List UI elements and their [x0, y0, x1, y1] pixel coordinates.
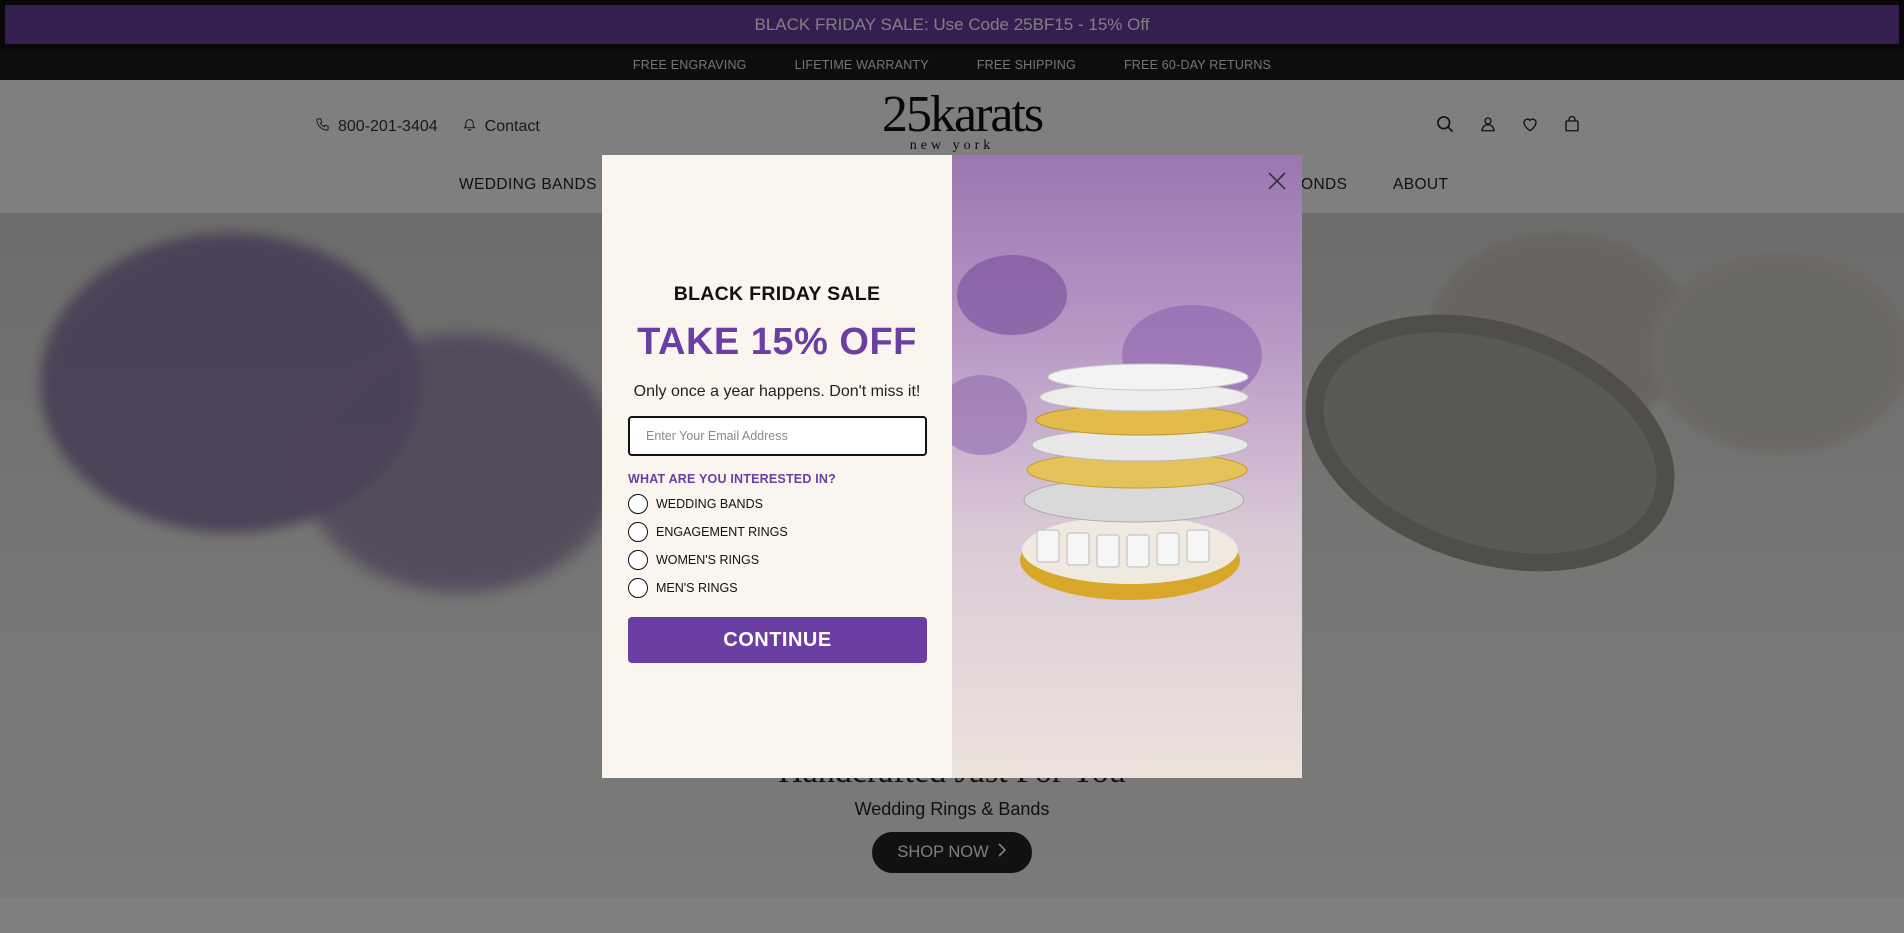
continue-button[interactable]: CONTINUE: [628, 617, 927, 663]
option-womens-rings[interactable]: WOMEN'S RINGS: [628, 550, 759, 570]
option-label: ENGAGEMENT RINGS: [656, 525, 788, 539]
close-icon[interactable]: [1266, 170, 1288, 192]
email-field[interactable]: [628, 416, 927, 456]
modal-description: Only once a year happens. Don't miss it!: [633, 383, 921, 400]
interest-question: WHAT ARE YOU INTERESTED IN?: [628, 472, 836, 486]
radio-button[interactable]: [628, 522, 648, 542]
modal-rings-image: [952, 155, 1302, 778]
modal-headline: TAKE 15% OFF: [637, 321, 917, 363]
rings-stack-illustration: [952, 255, 1262, 600]
option-mens-rings[interactable]: MEN'S RINGS: [628, 578, 738, 598]
signup-modal: BLACK FRIDAY SALE TAKE 15% OFF Only once…: [602, 155, 1302, 778]
option-wedding-bands[interactable]: WEDDING BANDS: [628, 494, 763, 514]
option-engagement-rings[interactable]: ENGAGEMENT RINGS: [628, 522, 788, 542]
radio-button[interactable]: [628, 494, 648, 514]
modal-form-panel: BLACK FRIDAY SALE TAKE 15% OFF Only once…: [602, 155, 952, 778]
option-label: WEDDING BANDS: [656, 497, 763, 511]
option-label: MEN'S RINGS: [656, 581, 738, 595]
radio-button[interactable]: [628, 550, 648, 570]
option-label: WOMEN'S RINGS: [656, 553, 760, 567]
modal-eyebrow: BLACK FRIDAY SALE: [673, 283, 881, 305]
radio-button[interactable]: [628, 578, 648, 598]
